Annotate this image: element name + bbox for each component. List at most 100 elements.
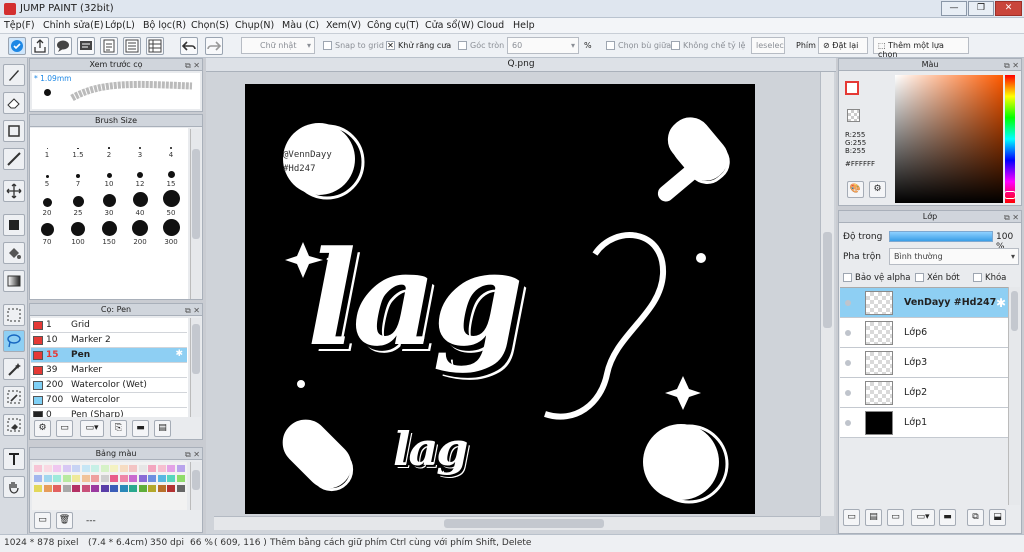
- menu-edit[interactable]: Chỉnh sửa(E): [43, 20, 104, 31]
- palette-swatch[interactable]: [53, 475, 61, 482]
- text-tool[interactable]: [3, 448, 25, 470]
- select-center-checkbox[interactable]: [606, 41, 615, 50]
- palette-swatch[interactable]: [167, 485, 175, 492]
- foreground-color-swatch[interactable]: [845, 81, 859, 95]
- canvas-horizontal-scrollbar[interactable]: [214, 516, 820, 530]
- palette-swatch[interactable]: [34, 465, 42, 472]
- shape-select[interactable]: Chữ nhật ▾: [241, 37, 315, 54]
- canvas-vertical-scrollbar[interactable]: [820, 72, 834, 516]
- palette-swatch[interactable]: [81, 465, 90, 472]
- palette-swatch[interactable]: [72, 465, 80, 472]
- select-rect-tool[interactable]: [3, 304, 25, 326]
- visibility-icon[interactable]: [845, 360, 851, 366]
- palette-swatch[interactable]: [167, 465, 175, 472]
- brush-size-cell[interactable]: 30: [94, 190, 124, 218]
- menu-color[interactable]: Màu (C): [282, 20, 319, 31]
- brush-size-cell[interactable]: 20: [32, 190, 62, 218]
- palette-swatch[interactable]: [53, 485, 61, 492]
- palette-swatch[interactable]: [176, 465, 185, 472]
- document-tab[interactable]: Q.png: [206, 58, 836, 72]
- palette-swatch[interactable]: [72, 475, 80, 482]
- select-pen-tool[interactable]: [3, 386, 25, 408]
- visibility-icon[interactable]: [845, 390, 851, 396]
- copy-brush-button[interactable]: ▭▾: [80, 420, 104, 437]
- menu-file[interactable]: Tệp(F): [4, 20, 35, 31]
- color-settings-button[interactable]: ⚙: [869, 181, 886, 198]
- layer-row[interactable]: Lớp3: [840, 348, 1008, 378]
- palette-swatch[interactable]: [34, 475, 42, 482]
- layer-folder-button[interactable]: ▬: [939, 509, 956, 526]
- menu-layer[interactable]: Lớp(L): [105, 20, 135, 31]
- brush-list-item[interactable]: 200 Watercolor (Wet): [31, 378, 187, 393]
- shape-tool[interactable]: [3, 120, 25, 142]
- brush-size-cell[interactable]: 1.5: [63, 132, 93, 160]
- brush-size-cell[interactable]: 70: [32, 219, 62, 247]
- close-button[interactable]: ✕: [995, 1, 1022, 16]
- visibility-icon[interactable]: [845, 330, 851, 336]
- palette-swatch[interactable]: [138, 485, 147, 492]
- magic-wand-tool[interactable]: [3, 358, 25, 380]
- panel-controls[interactable]: ⧉ ✕: [185, 305, 200, 316]
- undo-button[interactable]: [180, 37, 198, 55]
- snap-to-grid-checkbox[interactable]: [323, 41, 332, 50]
- line-tool[interactable]: [3, 148, 25, 170]
- palette-swatch[interactable]: [34, 485, 42, 492]
- deselect-button[interactable]: leselec: [751, 37, 785, 54]
- gradient-tool[interactable]: [3, 270, 25, 292]
- hue-handle[interactable]: [1004, 191, 1016, 199]
- brush-size-cell[interactable]: 5: [32, 161, 62, 189]
- rounded-corner-checkbox[interactable]: [458, 41, 467, 50]
- brush-size-cell[interactable]: 200: [125, 219, 155, 247]
- menu-filter[interactable]: Bộ lọc(R): [143, 20, 186, 31]
- corner-value-select[interactable]: 60 ▾: [507, 37, 579, 54]
- brush-settings-button[interactable]: ⚙: [34, 420, 51, 437]
- move-tool[interactable]: [3, 180, 25, 202]
- palette-swatches[interactable]: [32, 462, 187, 510]
- brush-size-cell[interactable]: 150: [94, 219, 124, 247]
- layer-row[interactable]: Lớp6: [840, 318, 1008, 348]
- hue-slider[interactable]: [1005, 75, 1015, 203]
- add-layer-menu-button[interactable]: ▭: [887, 509, 904, 526]
- menu-capture[interactable]: Chụp(N): [235, 20, 274, 31]
- brush-size-cell[interactable]: 4: [156, 132, 186, 160]
- brush-size-cell[interactable]: 3: [125, 132, 155, 160]
- brush-size-scrollbar[interactable]: [190, 129, 201, 299]
- palette-swatch[interactable]: [119, 485, 128, 492]
- select-eraser-tool[interactable]: [3, 414, 25, 436]
- palette-swatch[interactable]: [62, 485, 71, 492]
- palette-swatch[interactable]: [100, 465, 109, 472]
- layers-scrollbar[interactable]: [1008, 287, 1020, 505]
- merge-layer-button[interactable]: ⬓: [989, 509, 1006, 526]
- protect-alpha-checkbox[interactable]: [843, 273, 852, 282]
- brush-size-cell[interactable]: 100: [63, 219, 93, 247]
- redo-button[interactable]: [205, 37, 223, 55]
- saturation-value-field[interactable]: [895, 75, 1003, 203]
- pen-tool[interactable]: [3, 64, 25, 86]
- gear-icon[interactable]: ✱: [175, 349, 183, 359]
- canvas[interactable]: @VennDayy #Hd247 lag lag: [245, 84, 755, 514]
- palette-swatch[interactable]: [157, 475, 166, 482]
- delete-brush-button[interactable]: ▤: [154, 420, 171, 437]
- maximize-button[interactable]: ❐: [968, 1, 994, 16]
- transparent-swatch[interactable]: [847, 109, 860, 122]
- palette-swatch[interactable]: [62, 475, 71, 482]
- palette-swatch[interactable]: [43, 475, 52, 482]
- palette-swatch[interactable]: [176, 475, 185, 482]
- menu-help[interactable]: Help: [513, 20, 535, 31]
- palette-scrollbar[interactable]: [190, 462, 201, 510]
- gear-icon[interactable]: ✱: [996, 296, 1006, 310]
- palette-swatch[interactable]: [157, 485, 166, 492]
- palette-swatch[interactable]: [43, 465, 52, 472]
- palette-swatch[interactable]: [91, 485, 99, 492]
- eraser-tool[interactable]: [3, 92, 25, 114]
- panel-controls[interactable]: ⧉ ✕: [185, 60, 200, 71]
- fixed-ratio-checkbox[interactable]: [671, 41, 680, 50]
- hand-tool[interactable]: [3, 476, 25, 498]
- brush-size-cell[interactable]: 7: [63, 161, 93, 189]
- brush-list-scrollbar[interactable]: [190, 318, 201, 417]
- palette-swatch[interactable]: [119, 475, 128, 482]
- list-button[interactable]: [123, 37, 141, 55]
- palette-swatch[interactable]: [167, 475, 175, 482]
- palette-swatch[interactable]: [43, 485, 52, 492]
- opacity-slider[interactable]: [889, 231, 993, 242]
